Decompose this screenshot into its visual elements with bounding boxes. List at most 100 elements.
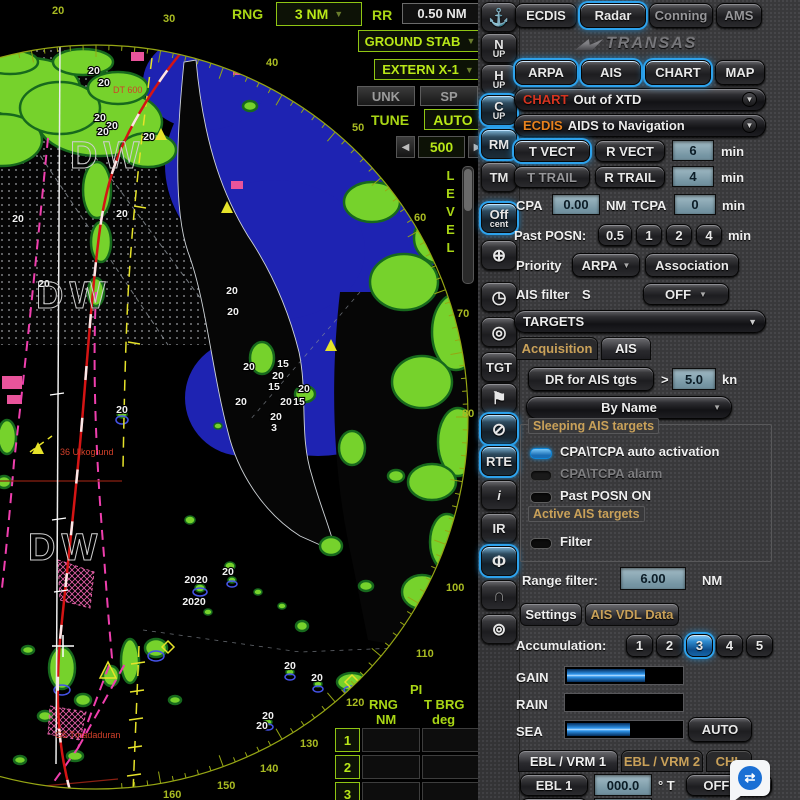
level-scrollbar[interactable] — [462, 166, 474, 284]
pi-row-3-index[interactable]: 3 — [335, 782, 360, 800]
past-posn-0.5-button[interactable]: 0.5 — [598, 224, 632, 246]
chevron-down-icon: ▼ — [699, 290, 707, 299]
ship-icon[interactable]: ⚓ — [481, 2, 517, 32]
dr-speed-field[interactable]: 5.0 — [672, 368, 716, 390]
sort-by-select[interactable]: By Name ▼ — [526, 396, 732, 419]
chevron-down-icon[interactable]: ▼ — [742, 118, 757, 133]
cpa-field[interactable]: 0.00 — [552, 194, 600, 215]
tab-conning[interactable]: Conning — [649, 3, 713, 28]
ebl1-button[interactable]: EBL 1 — [520, 774, 588, 796]
association-button[interactable]: Association — [645, 253, 739, 277]
ais-filter-select[interactable]: OFF▼ — [643, 283, 729, 305]
stabilization-select[interactable]: GROUND STAB▼ — [358, 30, 482, 52]
sea-slider[interactable] — [564, 720, 684, 739]
pi-row-1-index[interactable]: 1 — [335, 728, 360, 752]
past-posn-4-button[interactable]: 4 — [696, 224, 722, 246]
head-up-button[interactable]: HUP — [481, 64, 517, 94]
chevron-down-icon[interactable]: ▼ — [742, 92, 757, 107]
past-posn-1-button[interactable]: 1 — [636, 224, 662, 246]
range-rings-label: RR — [372, 7, 392, 23]
chart-button[interactable]: CHART — [645, 60, 711, 85]
info-button[interactable]: i — [481, 480, 517, 510]
tune-auto-button[interactable]: AUTO — [424, 109, 482, 130]
arpa-button[interactable]: ARPA — [515, 60, 577, 85]
mound-button[interactable]: ∩ — [481, 580, 517, 610]
dr-for-ais-button[interactable]: DR for AIS tgts — [528, 367, 654, 391]
targets-header-dropdown[interactable]: TARGETS ▼ — [514, 310, 766, 333]
tab-ais-vdl-data[interactable]: AIS VDL Data — [585, 603, 679, 626]
relative-motion-button[interactable]: RM — [481, 129, 517, 159]
tab-ecdis[interactable]: ECDIS — [515, 3, 577, 28]
pi-row-2-rng-cell[interactable] — [362, 755, 420, 779]
accumulation-3-button[interactable]: 3 — [686, 634, 713, 657]
tab-radar[interactable]: Radar — [580, 3, 646, 28]
no-symbol-button[interactable]: ⊘ — [481, 414, 517, 444]
accumulation-1-button[interactable]: 1 — [626, 634, 653, 657]
route-button[interactable]: RTE — [481, 446, 517, 476]
auto-gain-button[interactable]: AUTO — [688, 717, 752, 742]
pi-row-1-rng-cell[interactable] — [362, 728, 420, 752]
pi-row-1-brg-cell[interactable] — [422, 728, 480, 752]
checkbox-past-posn-on[interactable] — [530, 492, 552, 503]
tab-settings[interactable]: Settings — [520, 603, 582, 626]
tab-ebl-vrm-1[interactable]: EBL / VRM 1 — [518, 750, 618, 772]
phi-button[interactable]: Φ — [481, 546, 517, 576]
relative-trail-button[interactable]: R TRAIL — [595, 166, 665, 188]
unk-button[interactable]: UNK — [357, 86, 415, 106]
chart-alert-dropdown[interactable]: CHARTOut of XTD ▼ — [514, 88, 766, 111]
radar-ppi-display[interactable]: 20304050607080100110120130140150160 2020… — [0, 0, 490, 800]
sp-button[interactable]: SP — [420, 86, 478, 106]
tab-acquisition[interactable]: Acquisition — [516, 337, 598, 360]
priority-select[interactable]: ARPA▼ — [572, 253, 640, 277]
checkbox-cpa-tcpa-alarm[interactable] — [530, 470, 552, 481]
trail-time-field[interactable]: 4 — [672, 166, 714, 187]
rain-slider[interactable] — [564, 693, 684, 712]
range-filter-field[interactable]: 6.00 — [620, 567, 686, 590]
tcpa-field[interactable]: 0 — [674, 194, 716, 215]
chevron-down-icon: ▼ — [466, 36, 475, 46]
gain-slider[interactable] — [564, 666, 684, 685]
tab-ebl-vrm-2[interactable]: EBL / VRM 2 — [621, 750, 703, 772]
ebl1-bearing-field[interactable]: 000.0 — [594, 774, 652, 796]
vector-time-field[interactable]: 6 — [672, 140, 714, 161]
ais-button[interactable]: AIS — [581, 60, 641, 85]
true-motion-button[interactable]: TM — [481, 162, 517, 192]
true-trail-button[interactable]: T TRAIL — [514, 166, 590, 188]
accumulation-2-button[interactable]: 2 — [656, 634, 683, 657]
relative-vector-button[interactable]: R VECT — [595, 140, 665, 162]
tgt-button[interactable]: TGT — [481, 352, 517, 382]
ir-button[interactable]: IR — [481, 513, 517, 543]
past-posn-2-button[interactable]: 2 — [666, 224, 692, 246]
svg-text:DT 600: DT 600 — [113, 85, 142, 95]
target-rings-button[interactable]: ◎ — [481, 317, 517, 347]
checkbox-cpa-tcpa-auto-activation[interactable] — [530, 448, 552, 459]
past-posn-globe-button[interactable]: ⊕ — [481, 240, 517, 270]
ecdis-alert-dropdown[interactable]: ECDISAIDS to Navigation ▼ — [514, 114, 766, 137]
north-up-button[interactable]: NUP — [481, 33, 517, 63]
tune-decrease-button[interactable]: ◀ — [396, 136, 415, 158]
teamviewer-popup[interactable]: ⇄ — [730, 760, 770, 796]
accumulation-5-button[interactable]: 5 — [746, 634, 773, 657]
extern-source-select[interactable]: EXTERN X-1▼ — [374, 59, 482, 80]
range-select[interactable]: 3 NM▼ — [276, 2, 362, 26]
svg-text:20: 20 — [116, 208, 128, 220]
pi-row-3-rng-cell[interactable] — [362, 782, 420, 800]
off-center-button[interactable]: Offcent — [481, 203, 517, 233]
true-vector-button[interactable]: T VECT — [514, 140, 590, 162]
checkbox-filter[interactable] — [530, 538, 552, 549]
ais-filter-label: AIS filter — [516, 287, 569, 302]
accumulation-4-button[interactable]: 4 — [716, 634, 743, 657]
tab-ams[interactable]: AMS — [716, 3, 762, 28]
pi-row-2-brg-cell[interactable] — [422, 755, 480, 779]
tcpa-min-unit: min — [722, 198, 745, 213]
pi-row-2-index[interactable]: 2 — [335, 755, 360, 779]
svg-text:50: 50 — [352, 122, 364, 134]
tab-ais[interactable]: AIS — [601, 337, 651, 360]
pi-row-3-brg-cell[interactable] — [422, 782, 480, 800]
svg-text:130: 130 — [300, 738, 318, 750]
timer-button[interactable]: ◷ — [481, 282, 517, 312]
course-up-button[interactable]: CUP — [481, 95, 517, 125]
map-button[interactable]: MAP — [715, 60, 765, 85]
acquire-flag-button[interactable]: ⚑ — [481, 383, 517, 413]
mesh-globe-button[interactable]: ⊚ — [481, 614, 517, 644]
